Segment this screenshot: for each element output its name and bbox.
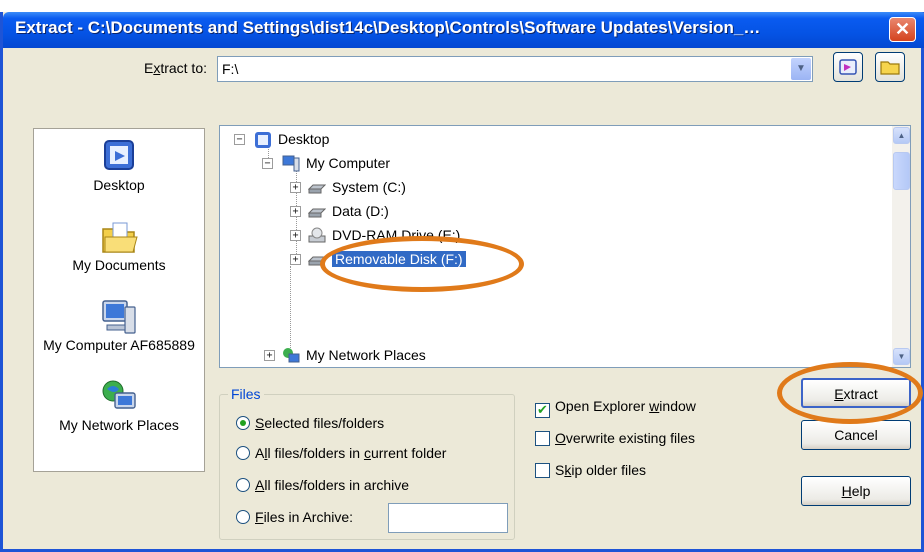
tree-node-system-c[interactable]: + System (C:) [290, 178, 490, 198]
tree-node-data-d[interactable]: + Data (D:) [290, 202, 490, 222]
my-computer-icon [282, 155, 300, 172]
checkbox-overwrite[interactable]: Overwrite existing files [535, 430, 695, 446]
expand-icon[interactable]: + [290, 254, 301, 265]
annotation-circle-extract [777, 362, 923, 424]
tree-scrollbar[interactable]: ▲ ▼ [892, 126, 910, 367]
collapse-icon[interactable]: − [262, 158, 273, 169]
browse-button[interactable] [833, 52, 863, 82]
tree-node-network-places[interactable]: + My Network Places [264, 346, 504, 366]
place-my-network[interactable]: My Network Places [34, 377, 204, 433]
extract-to-label: Extract to: [143, 60, 207, 76]
checkbox-skip-older[interactable]: Skip older files [535, 462, 646, 478]
radio-files-in-archive[interactable]: Files in Archive: [236, 509, 353, 525]
extract-path-combobox[interactable]: ▼ [217, 56, 813, 82]
network-places-icon [102, 380, 136, 409]
radio-unchecked-icon[interactable] [236, 446, 250, 460]
scroll-up-icon[interactable]: ▲ [893, 127, 910, 144]
network-places-icon [283, 348, 300, 363]
new-folder-button[interactable] [875, 52, 905, 82]
checkbox-checked-icon[interactable]: ✔ [535, 403, 550, 418]
scroll-down-icon[interactable]: ▼ [893, 348, 910, 365]
close-icon: ✕ [894, 19, 911, 39]
collapse-icon[interactable]: − [234, 134, 245, 145]
desktop-icon [255, 132, 271, 148]
my-computer-icon [102, 300, 136, 334]
hard-drive-icon [308, 184, 326, 194]
folder-tree[interactable]: − Desktop − My Computer + System (C:) + [219, 125, 911, 368]
title-bar[interactable]: Extract - C:\Documents and Settings\dist… [3, 12, 924, 48]
annotation-circle-removable [320, 236, 524, 292]
new-folder-icon [880, 61, 900, 75]
radio-selected-files[interactable]: Selected files/folders [236, 415, 384, 431]
expand-icon[interactable]: + [290, 230, 301, 241]
cancel-button[interactable]: Cancel [801, 420, 911, 450]
radio-all-current-folder[interactable]: All files/folders in current folder [236, 445, 446, 461]
hard-drive-icon [308, 208, 326, 218]
place-desktop[interactable]: Desktop [34, 137, 204, 193]
radio-all-archive[interactable]: All files/folders in archive [236, 477, 409, 493]
dvd-drive-icon [308, 227, 326, 243]
place-my-computer[interactable]: My Computer AF685889 [34, 297, 204, 353]
radio-checked-icon[interactable] [236, 416, 250, 430]
extract-path-input[interactable] [222, 60, 782, 78]
expand-icon[interactable]: + [264, 350, 275, 361]
place-my-documents[interactable]: My Documents [34, 217, 204, 273]
my-documents-icon [102, 222, 138, 253]
desktop-icon [104, 140, 134, 170]
places-bar: Desktop My Documents My Computer AF68588… [33, 128, 205, 472]
extract-dialog: Extract - C:\Documents and Settings\dist… [0, 12, 924, 552]
radio-unchecked-icon[interactable] [236, 510, 250, 524]
checkbox-unchecked-icon[interactable] [535, 463, 550, 478]
chevron-down-icon[interactable]: ▼ [791, 58, 811, 80]
close-button[interactable]: ✕ [889, 17, 916, 42]
files-in-archive-input[interactable] [388, 503, 508, 533]
expand-icon[interactable]: + [290, 206, 301, 217]
checkbox-open-explorer[interactable]: ✔ Open Explorer window [535, 398, 696, 418]
files-groupbox: Files Selected files/folders All files/f… [219, 386, 515, 540]
browse-folder-icon [839, 59, 857, 75]
help-button[interactable]: Help [801, 476, 911, 506]
checkbox-unchecked-icon[interactable] [535, 431, 550, 446]
scroll-thumb[interactable] [893, 152, 910, 190]
tree-node-desktop[interactable]: − Desktop [232, 130, 432, 150]
files-legend: Files [228, 386, 264, 402]
radio-unchecked-icon[interactable] [236, 478, 250, 492]
tree-node-my-computer[interactable]: − My Computer [260, 154, 460, 174]
expand-icon[interactable]: + [290, 182, 301, 193]
window-title: Extract - C:\Documents and Settings\dist… [15, 18, 761, 37]
